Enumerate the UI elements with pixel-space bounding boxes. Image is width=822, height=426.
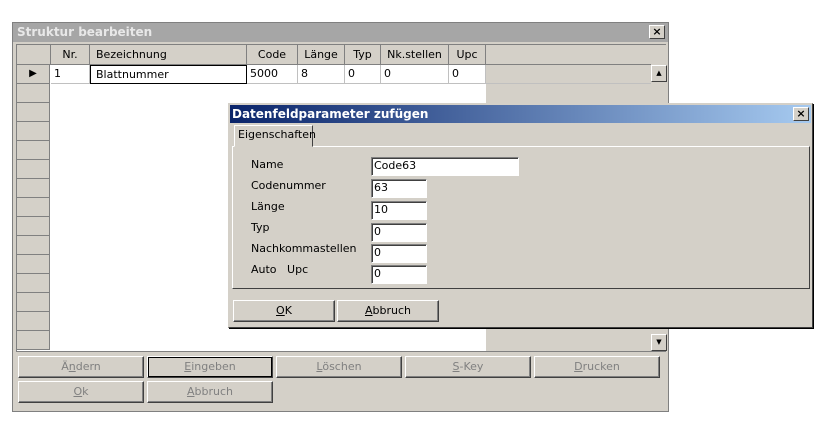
row-indicator-empty[interactable] [17,141,50,160]
row-indicator[interactable]: ▶ [17,65,50,84]
dialog-cancel-button[interactable]: Abbruch [337,300,439,322]
name-input[interactable]: Code63 [371,157,519,176]
row-indicator-empty[interactable] [17,198,50,217]
label-name: Name [251,158,284,171]
eingeben-button[interactable]: Eingeben [147,356,273,378]
main-window-title: Struktur bearbeiten [13,23,668,42]
column-header-typ[interactable]: Typ [345,45,381,65]
nachkommastellen-input[interactable]: 0 [371,244,427,263]
arrow-up-icon: ▲ [656,69,662,77]
row-indicator-empty[interactable] [17,160,50,179]
grid-corner [17,45,51,65]
auto-upc-input[interactable]: 0 [371,265,427,284]
cell-typ[interactable]: 0 [345,65,381,84]
label-laenge: Länge [251,200,285,213]
label-auto-upc: Auto Upc [251,263,309,276]
laenge-input[interactable]: 10 [371,201,427,220]
close-icon: × [652,25,662,38]
row-indicator-empty[interactable] [17,103,50,122]
tab-eigenschaften[interactable]: Eigenschaften [234,125,316,147]
aendern-button[interactable]: Ändern [18,356,144,378]
row-pointer-icon: ▶ [29,68,37,79]
cell-bezeichnung[interactable]: Blattnummer [90,65,247,84]
label-nachkommastellen: Nachkommastellen [251,242,357,255]
row-indicator-empty[interactable] [17,274,50,293]
label-typ: Typ [251,221,270,234]
tab-page: Name Code63 Codenummer 63 Länge 10 Typ 0… [232,146,810,289]
dialog-close-button[interactable]: × [793,107,809,121]
column-header-code[interactable]: Code [247,45,298,65]
scroll-up-button[interactable]: ▲ [651,65,667,82]
cell-nkstellen[interactable]: 0 [381,65,449,84]
row-indicator-empty[interactable] [17,331,50,350]
row-indicator-empty[interactable] [17,293,50,312]
close-icon: × [796,107,806,120]
row-indicator-empty[interactable] [17,236,50,255]
dialog-title: Datenfeldparameter zufügen [230,105,811,123]
dialog-ok-button[interactable]: OK [233,300,335,322]
cell-upc[interactable]: 0 [449,65,486,84]
row-indicator-empty[interactable] [17,217,50,236]
row-indicator-empty[interactable] [17,312,50,331]
column-header-nkstellen[interactable]: Nk.stellen [381,45,449,65]
row-indicator-empty[interactable] [17,255,50,274]
cell-nr[interactable]: 1 [51,65,90,84]
row-filler [486,65,651,84]
row-indicator-empty[interactable] [17,84,50,103]
codenummer-input[interactable]: 63 [371,179,427,198]
ok-button[interactable]: Ok [18,381,144,403]
s-key-button[interactable]: S-Key [405,356,531,378]
column-header-filler [486,45,651,65]
main-close-button[interactable]: × [649,25,665,39]
cell-laenge[interactable]: 8 [298,65,345,84]
loeschen-button[interactable]: Löschen [276,356,402,378]
column-header-nr[interactable]: Nr. [51,45,90,65]
column-header-laenge[interactable]: Länge [298,45,345,65]
column-header-upc[interactable]: Upc [449,45,486,65]
add-field-dialog: Datenfeldparameter zufügen × Eigenschaft… [228,103,813,328]
column-header-bezeichnung[interactable]: Bezeichnung [90,45,247,65]
scroll-down-button[interactable]: ▼ [651,334,667,351]
typ-input[interactable]: 0 [371,223,427,242]
drucken-button[interactable]: Drucken [534,356,660,378]
cell-code[interactable]: 5000 [247,65,298,84]
arrow-down-icon: ▼ [656,338,662,346]
label-codenummer: Codenummer [251,179,326,192]
row-indicator-empty[interactable] [17,122,50,141]
abbruch-button[interactable]: Abbruch [147,381,273,403]
row-indicator-empty[interactable] [17,179,50,198]
